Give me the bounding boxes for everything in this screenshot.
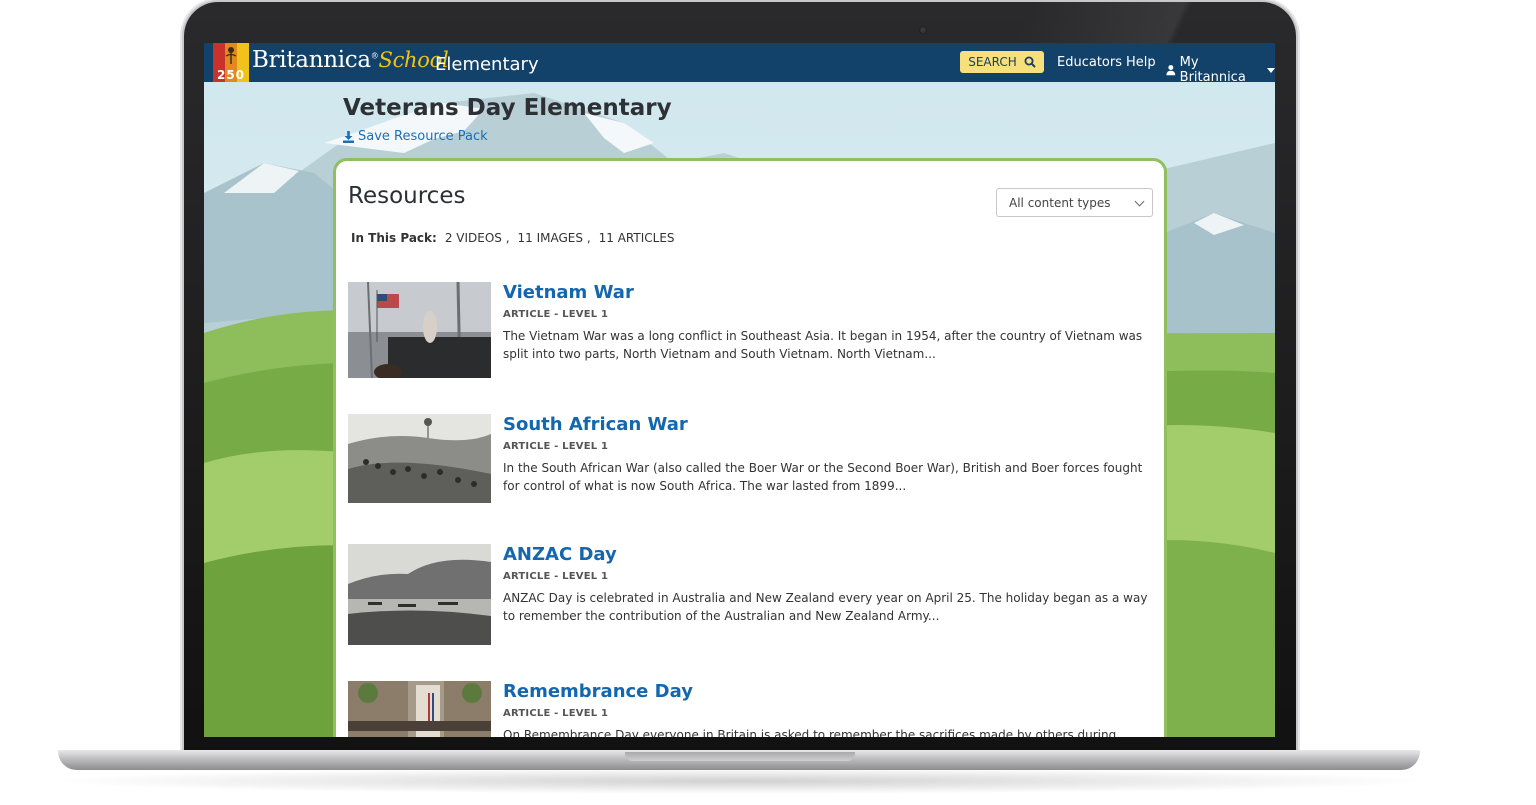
remembrance-day-thumbnail[interactable] xyxy=(348,681,491,737)
save-resource-pack-link[interactable]: Save Resource Pack xyxy=(343,129,488,144)
search-icon xyxy=(1024,56,1036,68)
account-menu-label: My Britannica xyxy=(1179,55,1246,85)
laptop-shadow xyxy=(40,768,1440,794)
resource-description: In the South African War (also called th… xyxy=(503,461,1143,493)
user-icon xyxy=(1166,65,1176,76)
resource-title[interactable]: ANZAC Day xyxy=(503,544,617,565)
brand-wordmark[interactable]: Britannica®School xyxy=(252,47,449,73)
pack-summary-videos: 2 VIDEOS , xyxy=(444,231,510,245)
resource-description: The Vietnam War was a long conflict in S… xyxy=(503,329,1143,361)
resource-item: South African War ARTICLE - LEVEL 1 In t… xyxy=(348,414,1148,524)
south-african-war-thumbnail[interactable] xyxy=(348,414,491,503)
resource-meta: ARTICLE - LEVEL 1 xyxy=(503,441,609,452)
nav-link-educators[interactable]: Educators xyxy=(1057,55,1122,70)
brand-registered-mark: ® xyxy=(370,51,379,61)
search-button[interactable]: SEARCH xyxy=(960,51,1044,73)
download-icon xyxy=(343,130,354,143)
top-navigation-bar: 250 Britannica®School Elementary SEARCH … xyxy=(204,43,1275,85)
save-resource-pack-label: Save Resource Pack xyxy=(358,129,488,144)
caret-down-icon xyxy=(1267,67,1275,73)
pack-summary: In This Pack: 2 VIDEOS , 11 IMAGES , 11 … xyxy=(351,231,675,245)
resources-card: Resources All content types In This Pack… xyxy=(333,158,1167,737)
laptop-screen: 250 Britannica®School Elementary SEARCH … xyxy=(204,43,1275,737)
resource-meta: ARTICLE - LEVEL 1 xyxy=(503,309,609,320)
search-button-label: SEARCH xyxy=(968,55,1017,69)
anzac-day-thumbnail[interactable] xyxy=(348,544,491,645)
content-type-select[interactable]: All content types xyxy=(996,188,1153,217)
resource-description: ANZAC Day is celebrated in Australia and… xyxy=(503,591,1148,623)
resource-item: Vietnam War ARTICLE - LEVEL 1 The Vietna… xyxy=(348,282,1148,392)
brand-level-label: Elementary xyxy=(435,54,539,75)
content-type-selected: All content types xyxy=(1009,195,1111,210)
resource-meta: ARTICLE - LEVEL 1 xyxy=(503,708,609,719)
resource-description: On Remembrance Day everyone in Britain i… xyxy=(503,728,1117,737)
thistle-icon xyxy=(225,47,237,64)
pack-summary-images: 11 IMAGES , xyxy=(517,231,591,245)
logo-250-number: 250 xyxy=(216,68,246,82)
laptop-base-notch xyxy=(625,752,855,761)
nav-link-help[interactable]: Help xyxy=(1126,55,1156,70)
camera-icon xyxy=(919,26,927,34)
resource-item: ANZAC Day ARTICLE - LEVEL 1 ANZAC Day is… xyxy=(348,544,1148,654)
resource-title[interactable]: South African War xyxy=(503,414,688,435)
page-title: Veterans Day Elementary xyxy=(343,95,672,121)
resource-item: Remembrance Day ARTICLE - LEVEL 1 On Rem… xyxy=(348,681,1148,737)
account-menu[interactable]: My Britannica xyxy=(1166,55,1275,85)
resources-heading: Resources xyxy=(348,183,466,209)
brand-name: Britannica xyxy=(252,47,371,73)
resource-meta: ARTICLE - LEVEL 1 xyxy=(503,571,609,582)
pack-summary-label: In This Pack: xyxy=(351,231,437,245)
resource-title[interactable]: Vietnam War xyxy=(503,282,634,303)
britannica-250-logo[interactable]: 250 xyxy=(213,43,249,82)
chevron-down-icon xyxy=(1134,196,1145,207)
resource-title[interactable]: Remembrance Day xyxy=(503,681,693,702)
pack-summary-articles: 11 ARTICLES xyxy=(598,231,675,245)
vietnam-war-thumbnail[interactable] xyxy=(348,282,491,378)
